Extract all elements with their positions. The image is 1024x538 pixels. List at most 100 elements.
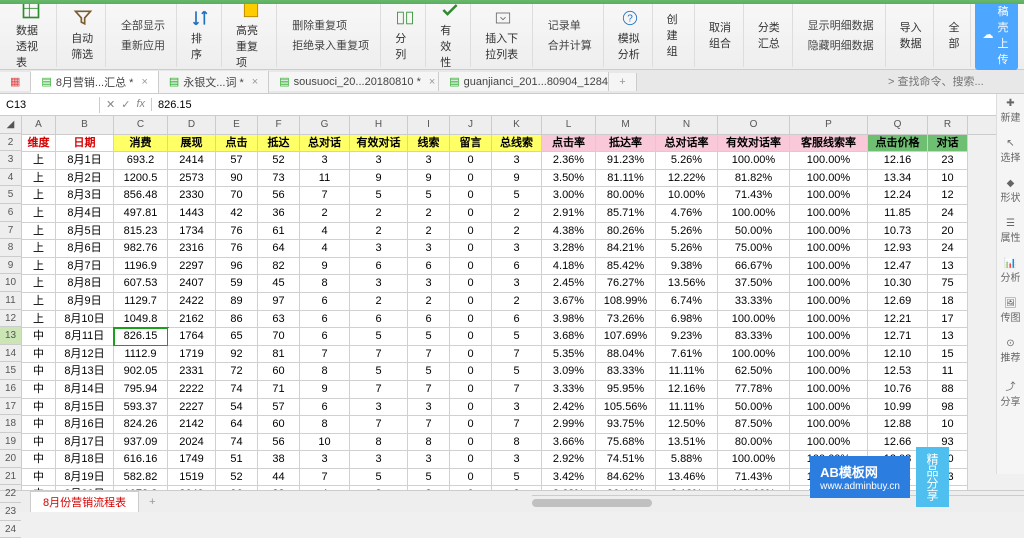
cell[interactable]: 5.26% <box>656 152 718 170</box>
cell[interactable]: 1749 <box>168 451 216 469</box>
cell[interactable]: 上 <box>22 258 56 276</box>
cell[interactable]: 0 <box>450 258 492 276</box>
cell[interactable]: 100.00% <box>790 399 868 417</box>
cell[interactable]: 0 <box>450 170 492 188</box>
cell[interactable]: 83.33% <box>596 363 656 381</box>
cell[interactable]: 0 <box>450 469 492 487</box>
cell[interactable]: 10.00% <box>656 187 718 205</box>
highlight-dup-button[interactable]: 高亮重复项 <box>234 0 268 72</box>
cell[interactable]: 0 <box>450 346 492 364</box>
cell[interactable]: 100.00% <box>790 381 868 399</box>
cell[interactable]: 65 <box>216 328 258 346</box>
cell[interactable]: 4 <box>300 223 350 241</box>
cell[interactable]: 5.35% <box>542 346 596 364</box>
cell[interactable]: 497.81 <box>114 205 168 223</box>
cell[interactable]: 100.00% <box>790 275 868 293</box>
split-button[interactable]: 分列 <box>393 6 417 64</box>
cell[interactable]: 100.00% <box>790 416 868 434</box>
cell[interactable]: 0 <box>450 399 492 417</box>
cell[interactable]: 8月12日 <box>56 346 114 364</box>
show-detail-button[interactable]: 显示明细数据 <box>805 16 877 34</box>
cell[interactable]: 4.38% <box>542 223 596 241</box>
cell[interactable]: 62.50% <box>718 363 790 381</box>
cell[interactable]: 3 <box>408 451 450 469</box>
cell[interactable]: 2 <box>350 223 408 241</box>
cell[interactable]: 6 <box>408 258 450 276</box>
cell[interactable]: 815.23 <box>114 223 168 241</box>
cell[interactable]: 8月9日 <box>56 293 114 311</box>
cell[interactable]: 2 <box>492 205 542 223</box>
cell[interactable]: 1764 <box>168 328 216 346</box>
row-header[interactable]: 3 <box>0 151 21 169</box>
cell[interactable]: 8月19日 <box>56 469 114 487</box>
cell[interactable]: 6 <box>350 258 408 276</box>
cell[interactable]: 3 <box>408 240 450 258</box>
col-header[interactable]: F <box>258 116 300 134</box>
cell[interactable]: 44 <box>258 469 300 487</box>
cell[interactable]: 11.11% <box>656 399 718 417</box>
row-header[interactable]: 12 <box>0 310 21 328</box>
cell[interactable]: 616.16 <box>114 451 168 469</box>
cell[interactable]: 3 <box>350 399 408 417</box>
cell[interactable]: 12.10 <box>868 346 928 364</box>
tab-doc1[interactable]: ▤8月营销...汇总 *× <box>31 71 158 93</box>
cell[interactable]: 8月5日 <box>56 223 114 241</box>
side-props[interactable]: ☰属性 <box>1001 218 1021 244</box>
cell[interactable]: 6 <box>350 311 408 329</box>
cell[interactable]: 74.51% <box>596 451 656 469</box>
cell[interactable]: 73 <box>258 170 300 188</box>
cell[interactable]: 7 <box>350 381 408 399</box>
cell[interactable]: 2 <box>350 205 408 223</box>
cell[interactable]: 2 <box>492 293 542 311</box>
ungroup-button[interactable]: 取消组合 <box>707 17 735 53</box>
cell[interactable]: 856.48 <box>114 187 168 205</box>
cell[interactable]: 3.68% <box>542 328 596 346</box>
col-header[interactable]: R <box>928 116 968 134</box>
cell[interactable]: 2649 <box>168 486 216 490</box>
cell[interactable]: 13.51% <box>656 434 718 452</box>
accept-icon[interactable]: ✓ <box>121 98 130 111</box>
cell[interactable]: 83.33% <box>718 328 790 346</box>
cell[interactable]: 77.78% <box>718 381 790 399</box>
cell[interactable]: 2573 <box>168 170 216 188</box>
cell[interactable]: 12.71 <box>868 328 928 346</box>
cell[interactable]: 1196.9 <box>114 258 168 276</box>
cell[interactable]: 6.98% <box>656 311 718 329</box>
cell[interactable]: 3 <box>350 451 408 469</box>
cell[interactable]: 87.50% <box>718 416 790 434</box>
cell[interactable]: 3 <box>408 486 450 490</box>
cell[interactable]: 2 <box>492 223 542 241</box>
cell[interactable]: 中 <box>22 363 56 381</box>
pivot-button[interactable]: 数据透视表 <box>14 0 48 72</box>
row-header[interactable]: 13 <box>0 327 21 345</box>
cell[interactable]: 7 <box>350 346 408 364</box>
cell[interactable]: 100.00% <box>790 363 868 381</box>
cell[interactable]: 7 <box>300 469 350 487</box>
cell[interactable]: 3.66% <box>542 434 596 452</box>
cell[interactable]: 上 <box>22 170 56 188</box>
cell[interactable]: 2222 <box>168 381 216 399</box>
cell[interactable]: 64 <box>216 416 258 434</box>
cell[interactable]: 5.26% <box>656 240 718 258</box>
col-header[interactable]: P <box>790 116 868 134</box>
cell[interactable]: 54 <box>216 399 258 417</box>
cell[interactable]: 64 <box>258 240 300 258</box>
cell[interactable]: 9.23% <box>656 328 718 346</box>
tab-home[interactable]: ▦ <box>0 72 31 91</box>
col-header[interactable]: O <box>718 116 790 134</box>
cell[interactable]: 2331 <box>168 363 216 381</box>
cell[interactable]: 12.22% <box>656 170 718 188</box>
cell[interactable]: 2.99% <box>542 416 596 434</box>
side-analyze[interactable]: 📊分析 <box>1001 258 1021 284</box>
cell[interactable]: 3 <box>300 451 350 469</box>
tab-add[interactable]: + <box>609 73 636 91</box>
cell[interactable]: 81 <box>258 346 300 364</box>
cell[interactable]: 2 <box>408 205 450 223</box>
cell[interactable]: 100.00% <box>718 152 790 170</box>
cell[interactable]: 1719 <box>168 346 216 364</box>
cell[interactable]: 8月20日 <box>56 486 114 490</box>
cell[interactable]: 86.46% <box>596 486 656 490</box>
cell[interactable]: 84.21% <box>596 240 656 258</box>
cell[interactable]: 12.53 <box>868 363 928 381</box>
row-header[interactable]: 11 <box>0 292 21 310</box>
